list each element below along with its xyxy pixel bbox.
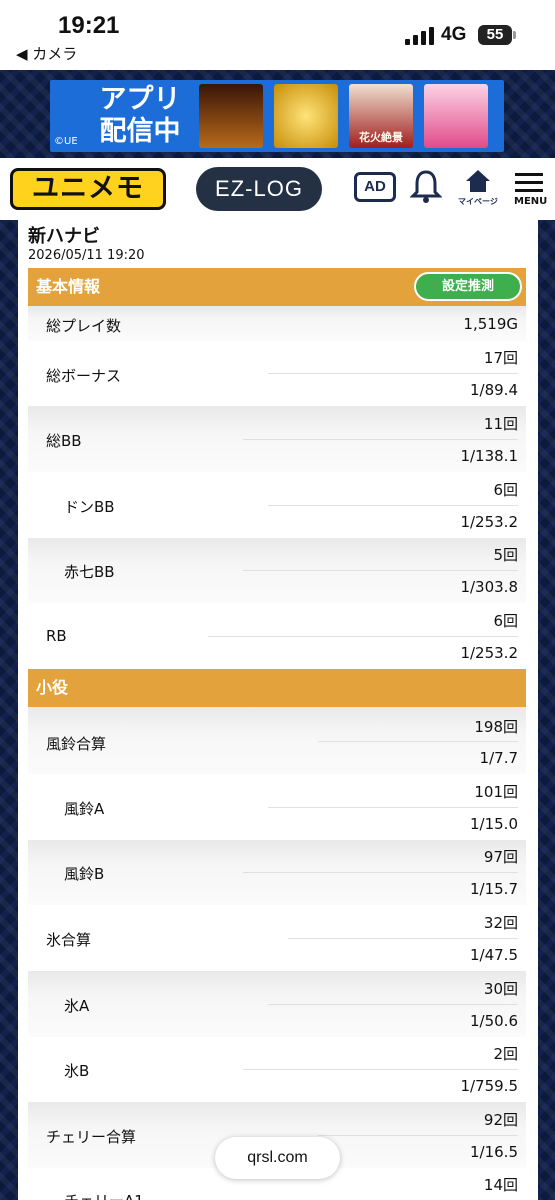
machine-name: 新ハナビ bbox=[28, 226, 100, 247]
row-rate: 1/16.5 bbox=[470, 1143, 518, 1161]
banner-copyright: ©UE bbox=[54, 136, 78, 147]
row-count: 92回 bbox=[483, 1111, 518, 1129]
network-type: 4G bbox=[441, 24, 467, 45]
game-thumb-2 bbox=[274, 84, 338, 148]
row-label: 赤七BB bbox=[64, 563, 115, 581]
table-row: 氷B 2回 1/759.5 bbox=[28, 1037, 526, 1102]
row-rate: 1/759.5 bbox=[460, 1077, 518, 1095]
ad-button[interactable]: AD bbox=[354, 172, 396, 202]
section-basic-info: 基本情報 設定推測 bbox=[28, 268, 526, 306]
row-count: 6回 bbox=[493, 481, 518, 499]
row-count: 5回 bbox=[493, 546, 518, 564]
home-icon[interactable] bbox=[465, 168, 491, 194]
menu-icon[interactable] bbox=[515, 173, 543, 193]
table-row: 赤七BB 5回 1/303.8 bbox=[28, 538, 526, 603]
row-rate: 1/47.5 bbox=[470, 946, 518, 964]
row-rate: 1/253.2 bbox=[460, 513, 518, 531]
row-rate: 1/7.7 bbox=[479, 749, 518, 767]
banner-text: アプリ 配信中 bbox=[99, 84, 181, 147]
record-datetime: 2026/05/11 19:20 bbox=[28, 248, 145, 263]
table-row: 氷合算 32回 1/47.5 bbox=[28, 905, 526, 971]
row-label: 総BB bbox=[46, 432, 82, 450]
table-row: ドンBB 6回 1/253.2 bbox=[28, 472, 526, 538]
row-count: 17回 bbox=[483, 349, 518, 367]
row-rate: 1/15.0 bbox=[470, 815, 518, 833]
row-count: 6回 bbox=[493, 612, 518, 630]
ez-log-button[interactable]: EZ-LOG bbox=[196, 167, 322, 211]
table-row: 氷A 30回 1/50.6 bbox=[28, 971, 526, 1037]
row-label: 風鈴A bbox=[64, 800, 105, 818]
setting-estimate-button[interactable]: 設定推測 bbox=[414, 272, 522, 301]
table-row: 総ボーナス 17回 1/89.4 bbox=[28, 341, 526, 406]
row-label: 風鈴B bbox=[64, 865, 105, 883]
row-rate: 1/50.6 bbox=[470, 1012, 518, 1030]
row-rate: 1/138.1 bbox=[460, 447, 518, 465]
section-title: 小役 bbox=[36, 678, 69, 697]
row-value: 1,519G bbox=[463, 315, 518, 333]
row-label: 氷A bbox=[64, 997, 90, 1015]
row-label: チェリーA1 bbox=[64, 1190, 144, 1200]
row-rate: 1/253.2 bbox=[460, 644, 518, 662]
game-thumb-3: 花火絶景 bbox=[349, 84, 413, 148]
row-count: 11回 bbox=[483, 415, 518, 433]
row-label: 風鈴合算 bbox=[46, 735, 107, 753]
row-label: RB bbox=[46, 627, 67, 645]
row-label: 氷合算 bbox=[46, 931, 92, 949]
signal-icon bbox=[405, 27, 434, 45]
bell-icon[interactable] bbox=[410, 168, 442, 204]
table-row: 風鈴合算 198回 1/7.7 bbox=[28, 707, 526, 774]
site-header: ユニメモ EZ-LOG AD マイページ MENU bbox=[0, 158, 555, 220]
url-pill[interactable]: qrsl.com bbox=[215, 1137, 340, 1179]
row-count: 30回 bbox=[483, 980, 518, 998]
row-count: 101回 bbox=[474, 783, 518, 801]
clock: 19:21 bbox=[58, 12, 120, 39]
row-count: 97回 bbox=[483, 848, 518, 866]
row-count: 32回 bbox=[483, 914, 518, 932]
table-row: 風鈴B 97回 1/15.7 bbox=[28, 840, 526, 905]
battery-icon: 55 bbox=[478, 25, 516, 45]
table-row: 総BB 11回 1/138.1 bbox=[28, 406, 526, 472]
table-row: RB 6回 1/253.2 bbox=[28, 603, 526, 669]
row-count: 14回 bbox=[483, 1176, 518, 1194]
game-thumb-4 bbox=[424, 84, 488, 148]
row-label: 総ボーナス bbox=[46, 367, 122, 385]
menu-label[interactable]: MENU bbox=[514, 196, 547, 207]
back-to-camera-link[interactable]: ◀ カメラ bbox=[16, 43, 77, 64]
row-rate: 1/15.7 bbox=[470, 880, 518, 898]
row-rate: 1/303.8 bbox=[460, 578, 518, 596]
section-title: 基本情報 bbox=[36, 277, 101, 296]
row-label: チェリー合算 bbox=[46, 1128, 137, 1146]
row-label: 総プレイ数 bbox=[46, 317, 122, 335]
row-label: 氷B bbox=[64, 1062, 90, 1080]
table-row: 風鈴A 101回 1/15.0 bbox=[28, 774, 526, 840]
table-row: 総プレイ数 1,519G bbox=[28, 306, 526, 341]
app-banner[interactable]: アプリ 配信中 ©UE 花火絶景 bbox=[50, 80, 504, 152]
section-small-roles: 小役 bbox=[28, 669, 526, 707]
unimemo-logo[interactable]: ユニメモ bbox=[10, 168, 166, 210]
row-rate: 1/89.4 bbox=[470, 381, 518, 399]
game-thumb-1 bbox=[199, 84, 263, 148]
row-label: ドンBB bbox=[64, 498, 115, 516]
status-bar: 19:21 ◀ カメラ 4G 55 bbox=[0, 0, 555, 70]
mypage-label[interactable]: マイページ bbox=[458, 196, 498, 207]
row-count: 2回 bbox=[493, 1045, 518, 1063]
row-count: 198回 bbox=[474, 718, 518, 736]
